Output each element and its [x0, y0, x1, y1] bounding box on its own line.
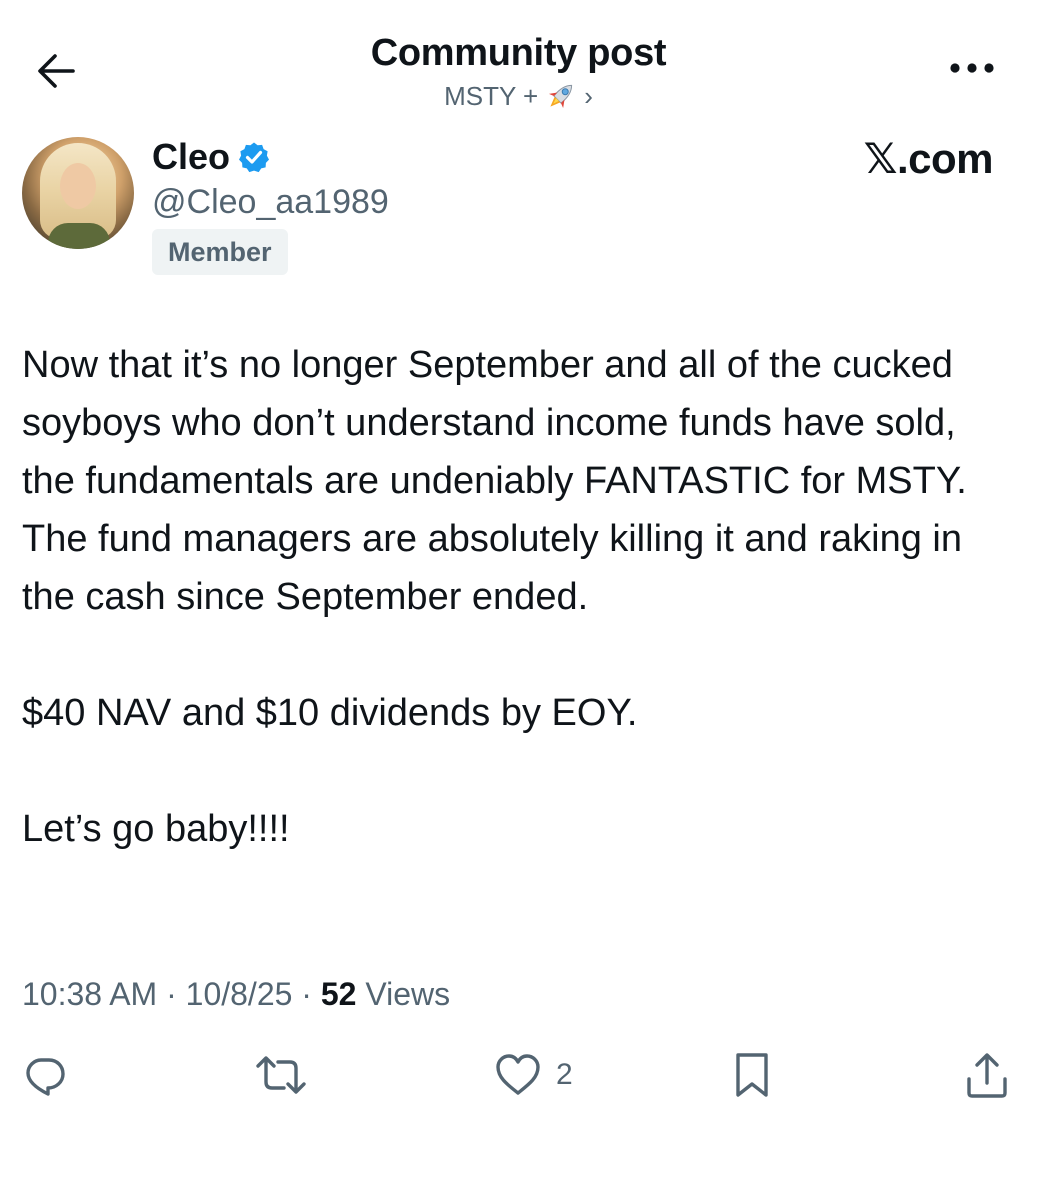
- reply-button[interactable]: [22, 1045, 68, 1105]
- header-title-group: Community post MSTY + ›: [0, 28, 1037, 114]
- post-time[interactable]: 10:38 AM: [22, 976, 157, 1012]
- author-name-row: Cleo: [152, 137, 270, 177]
- member-badge: Member: [152, 229, 288, 275]
- bookmark-button[interactable]: [730, 1045, 774, 1105]
- share-button[interactable]: [964, 1045, 1010, 1105]
- views-label: Views: [365, 976, 451, 1012]
- share-icon: [964, 1051, 1010, 1099]
- more-dots-icon: [948, 61, 996, 79]
- post-paragraph: Now that it’s no longer September and al…: [22, 344, 967, 618]
- more-options-button[interactable]: [945, 55, 999, 85]
- post-paragraph: Let’s go baby!!!!: [22, 808, 290, 850]
- views-count: 52: [320, 976, 357, 1012]
- heart-icon: [494, 1053, 542, 1097]
- like-button[interactable]: 2: [494, 1045, 573, 1105]
- post-meta: 10:38 AM · 10/8/25 · 52 Views: [22, 972, 450, 1016]
- repost-button[interactable]: [254, 1045, 308, 1105]
- verified-badge-icon: [238, 141, 270, 173]
- avatar[interactable]: [22, 137, 134, 249]
- like-count: 2: [556, 1058, 573, 1091]
- repost-icon: [254, 1052, 308, 1098]
- page-title: Community post: [370, 32, 667, 74]
- rocket-icon: [544, 79, 578, 113]
- post-text: Now that it’s no longer September and al…: [22, 336, 1012, 858]
- meta-separator: ·: [301, 976, 312, 1012]
- reply-icon: [22, 1052, 68, 1098]
- author-name[interactable]: Cleo: [152, 137, 230, 177]
- community-name: MSTY +: [444, 81, 539, 111]
- bookmark-icon: [730, 1051, 774, 1099]
- watermark: 𝕏.com: [863, 135, 994, 182]
- chevron-right-icon: ›: [584, 81, 593, 111]
- post-paragraph: $40 NAV and $10 dividends by EOY.: [22, 692, 638, 734]
- action-bar: 2: [0, 1045, 1037, 1115]
- author-handle[interactable]: @Cleo_aa1989: [152, 181, 389, 223]
- post-date[interactable]: 10/8/25: [186, 976, 293, 1012]
- community-link[interactable]: MSTY + ›: [444, 78, 593, 114]
- top-bar: Community post MSTY + ›: [0, 0, 1037, 125]
- meta-separator: ·: [166, 976, 177, 1012]
